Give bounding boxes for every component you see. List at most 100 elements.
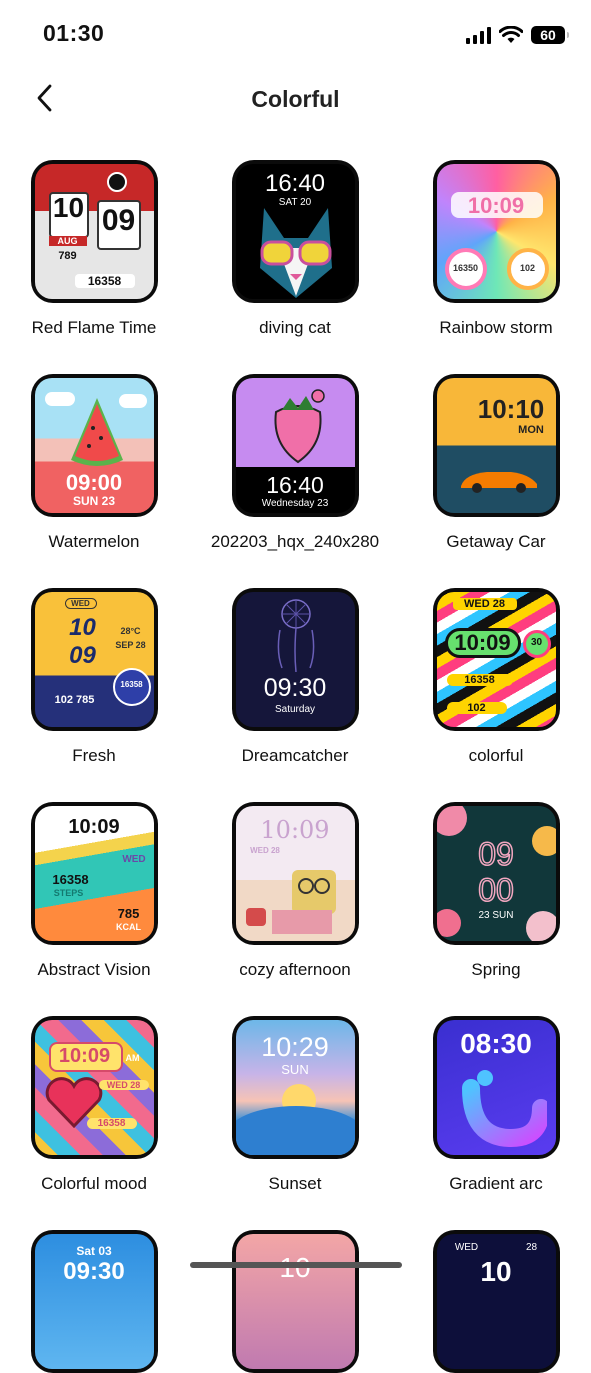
face-text: MON (518, 424, 544, 436)
watch-face-card[interactable]: 10:10 MON Getaway Car (401, 374, 591, 552)
watch-face-card[interactable]: WED 10 09 28°C SEP 28 102 785 16358 Fres… (0, 588, 189, 766)
watch-face-card[interactable]: 16:40 SAT 20 diving cat (200, 160, 390, 338)
gradient-arc-illustration (461, 1070, 547, 1148)
face-text: 09:00 (65, 470, 123, 495)
face-text: 28 (525, 1242, 538, 1253)
home-indicator (190, 1262, 402, 1268)
status-time: 01:30 (43, 20, 105, 46)
watch-face-card[interactable]: WED 28 10 (401, 1230, 591, 1373)
watch-face-card[interactable]: 16:40 Wednesday 23 202203_hqx_240x280 (200, 374, 390, 552)
face-text: 23 SUN (478, 910, 514, 921)
face-text: AUG (48, 236, 87, 246)
face-text: 28°C (120, 626, 141, 636)
watermelon-illustration (70, 398, 123, 466)
watch-face-card[interactable]: 10:09 16350 102 Rainbow storm (401, 160, 591, 338)
watch-face-name: colorful (468, 746, 524, 765)
watch-face-name: 202203_hqx_240x280 (210, 532, 380, 551)
watch-face-name: Getaway Car (446, 532, 546, 551)
flame-icon (106, 172, 127, 192)
watch-face-name: Spring (471, 960, 521, 979)
face-text: 785 (117, 906, 140, 921)
watch-face-thumbnail: 09:30 Saturday (231, 588, 359, 731)
face-text: 10:29 (261, 1032, 329, 1062)
face-text: 00 (477, 871, 514, 909)
watch-face-thumbnail: 10:29 SUN (231, 1016, 359, 1159)
watch-face-name: Gradient arc (449, 1174, 543, 1193)
face-text: 10:09 (467, 193, 525, 218)
face-text: SEP 28 (115, 640, 146, 650)
watch-face-name: cozy afternoon (239, 960, 351, 979)
watch-face-card[interactable]: 09:00 SUN 23 Watermelon (0, 374, 189, 552)
face-text: WED (454, 1242, 479, 1253)
watch-face-thumbnail: 10:09 16350 102 (432, 160, 560, 303)
face-text: 09 (101, 204, 136, 237)
watch-face-card[interactable]: 09:30 Saturday Dreamcatcher (200, 588, 390, 766)
page-title: Colorful (251, 86, 340, 112)
watch-face-thumbnail: 16:40 Wednesday 23 (231, 374, 359, 517)
battery-level: 60 (540, 27, 556, 43)
face-text: 16358 (120, 680, 143, 689)
watch-face-thumbnail: Sat 03 09:30 (30, 1230, 158, 1373)
face-text: Saturday (274, 704, 316, 715)
watch-face-name: Red Flame Time (31, 318, 157, 337)
car-illustration (460, 472, 537, 493)
face-text: 16358 (86, 1118, 137, 1129)
face-text: 09 (477, 835, 514, 873)
watch-face-name: Fresh (72, 746, 116, 765)
face-text: 09:30 (63, 1258, 125, 1285)
face-text: 08:30 (460, 1028, 532, 1059)
face-text: 16358 (74, 274, 135, 288)
wifi-icon (499, 26, 523, 43)
watch-face-name: Sunset (268, 1174, 322, 1193)
cellular-signal-icon (466, 26, 491, 44)
face-text: 10:09 (68, 816, 120, 838)
watch-face-card[interactable]: 09 00 23 SUN Spring (401, 802, 591, 980)
face-text: KCAL (116, 922, 141, 932)
cozy-illustration (245, 870, 336, 934)
face-text: 10:09 (260, 816, 330, 844)
face-text: 16358 (52, 872, 89, 887)
face-text: 10:10 (477, 394, 545, 424)
face-text: 102 (446, 702, 507, 714)
watch-face-card[interactable]: 08:30 Gradient arc (401, 1016, 591, 1194)
face-text: 30 (530, 637, 543, 648)
face-text: 09:30 (263, 674, 327, 702)
watch-face-thumbnail: WED 28 10 (432, 1230, 560, 1373)
face-text: Sat 03 (76, 1244, 112, 1258)
watch-face-card[interactable]: 10:09 WED 16358 STEPS 785 KCAL Abstract … (0, 802, 189, 980)
watch-face-thumbnail: 08:30 (432, 1016, 560, 1159)
face-text: 10 (236, 1252, 355, 1284)
watch-face-card[interactable]: 10:09 AM WED 28 16358 Colorful mood (0, 1016, 189, 1194)
watch-face-thumbnail: 10 (231, 1230, 359, 1373)
watch-face-card[interactable]: WED 28 10:09 30 16358 102 colorful (401, 588, 591, 766)
face-text: 10 (480, 1256, 512, 1287)
battery-icon: 60 (531, 26, 569, 44)
face-text: 10 (52, 192, 85, 223)
face-text: 789 (58, 250, 77, 262)
nav-header: Colorful (0, 70, 591, 130)
watch-face-name: Rainbow storm (439, 318, 553, 337)
watch-face-thumbnail: 09:00 SUN 23 (30, 374, 158, 517)
face-text: 16:40 (266, 472, 324, 498)
face-text: STEPS (53, 888, 84, 898)
face-text: AM (125, 1053, 140, 1063)
watch-face-card[interactable]: 10 09 AUG 789 16358 Red Flame Time (0, 160, 189, 338)
face-text: SUN 23 (72, 494, 116, 508)
face-text: 10 (69, 614, 96, 641)
watch-face-name: Dreamcatcher (241, 746, 349, 765)
face-text: WED 28 (98, 1080, 149, 1090)
watch-face-thumbnail: 10:09 AM WED 28 16358 (30, 1016, 158, 1159)
strawberry-illustration (273, 389, 325, 464)
watch-face-card[interactable]: 10:29 SUN Sunset (200, 1016, 390, 1194)
face-text: 16358 (446, 674, 513, 686)
face-text: 16:40 (264, 170, 326, 197)
watch-face-card[interactable]: Sat 03 09:30 (0, 1230, 189, 1373)
watch-face-card[interactable]: 10:09 WED 28 cozy afternoon (200, 802, 390, 980)
face-text: SUN (281, 1062, 309, 1077)
watch-face-thumbnail: 10:09 WED 16358 STEPS 785 KCAL (30, 802, 158, 945)
watch-face-card[interactable]: 10 (200, 1230, 390, 1373)
face-text: 16350 (452, 263, 479, 273)
watch-face-thumbnail: 10 09 AUG 789 16358 (30, 160, 158, 303)
face-text: WED 28 (250, 846, 280, 855)
face-text: WED 28 (452, 598, 517, 610)
